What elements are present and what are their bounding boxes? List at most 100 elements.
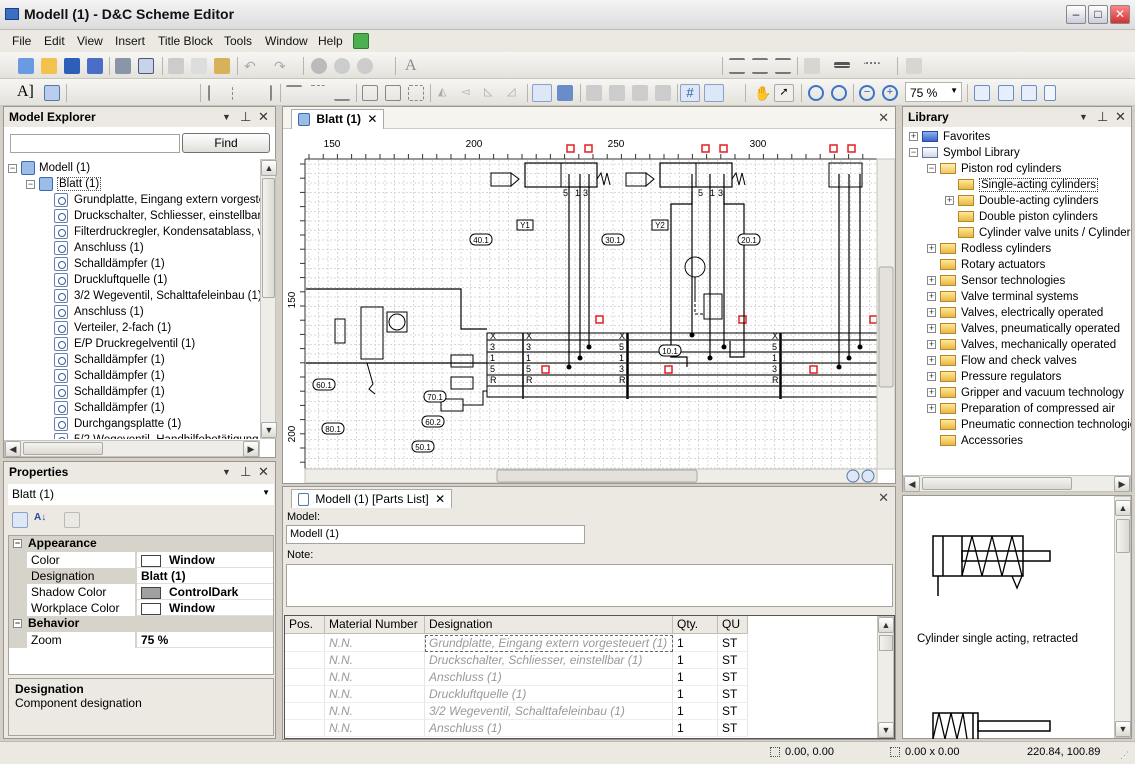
library-item[interactable]: + Rodless cylinders <box>927 243 1051 255</box>
vertical-scrollbar[interactable]: ▲ ▼ <box>260 159 277 439</box>
expand-icon[interactable]: + <box>927 244 936 254</box>
menu-file[interactable]: File <box>12 34 31 48</box>
library-item[interactable]: + Valves, mechanically operated <box>927 339 1116 351</box>
zoom-window-icon[interactable] <box>808 85 824 101</box>
new-icon[interactable] <box>18 58 34 74</box>
distribute-vertical-icon[interactable] <box>385 85 401 101</box>
tree-node-component[interactable]: 5/2 Wegeventil, Handhilfebetätigung <box>54 433 259 439</box>
panel-menu-icon[interactable]: ▼ <box>1079 112 1088 122</box>
tree-node-component[interactable]: Durchgangsplatte (1) <box>54 417 181 431</box>
close-parts-list-icon[interactable]: ✕ <box>878 490 889 506</box>
paste-icon[interactable] <box>214 58 230 74</box>
close-icon[interactable]: ✕ <box>258 109 269 125</box>
flip-vertical-icon[interactable]: ◅ <box>461 85 477 101</box>
grid-icon[interactable]: # <box>680 84 700 102</box>
save-icon[interactable] <box>64 58 80 74</box>
undo-icon[interactable]: ↶ <box>244 58 260 74</box>
page-fit-icon[interactable] <box>974 85 990 101</box>
library-item[interactable]: Accessories <box>927 435 1023 447</box>
align-bottom-icon[interactable] <box>334 85 350 101</box>
pan-icon[interactable]: ✋ <box>754 85 771 101</box>
panel-menu-icon[interactable]: ▼ <box>222 112 231 122</box>
expand-icon[interactable]: + <box>927 372 936 382</box>
property-row[interactable]: Workplace Color Window <box>9 600 273 616</box>
copy-icon[interactable] <box>191 58 207 74</box>
zoom-in-icon[interactable] <box>846 469 860 483</box>
search-input[interactable] <box>10 134 180 153</box>
close-editor-icon[interactable]: ✕ <box>878 110 889 126</box>
rotate-right-icon[interactable]: ◿ <box>507 85 523 101</box>
library-item[interactable]: + Favorites <box>909 131 990 143</box>
tree-node-component[interactable]: Verteiler, 2-fach (1) <box>54 321 171 335</box>
line-width-icon[interactable] <box>834 62 850 68</box>
expand-icon[interactable]: + <box>927 276 936 286</box>
collapse-icon[interactable]: − <box>909 148 918 158</box>
page-icon[interactable] <box>1044 85 1056 101</box>
horizontal-scrollbar[interactable]: ◀ ▶ <box>903 475 1131 492</box>
pin-icon[interactable]: ⊥ <box>240 109 251 125</box>
cylinder-symbol-preview-2[interactable] <box>923 709 1063 739</box>
categorized-icon[interactable] <box>12 512 28 528</box>
tree-node-component[interactable]: Druckschalter, Schliesser, einstellbar (… <box>54 209 260 223</box>
scroll-thumb[interactable] <box>878 266 894 388</box>
zoom-out-icon[interactable]: − <box>859 85 875 101</box>
distribute-horizontal-icon[interactable] <box>362 85 378 101</box>
bring-to-front-icon[interactable] <box>586 85 602 101</box>
same-size-icon[interactable] <box>408 85 424 101</box>
collapse-icon[interactable]: − <box>927 164 936 174</box>
library-item[interactable]: Pneumatic connection technologies <box>927 419 1131 431</box>
close-button[interactable]: ✕ <box>1110 5 1130 24</box>
tree-node-component[interactable]: Anschluss (1) <box>54 305 144 319</box>
find-button[interactable]: Find <box>182 133 270 153</box>
library-item[interactable]: Rotary actuators <box>927 259 1045 271</box>
property-pages-icon[interactable] <box>64 512 80 528</box>
tree-node-component[interactable]: Schalldämpfer (1) <box>54 401 165 415</box>
align-left-icon[interactable] <box>729 58 745 74</box>
update-icon[interactable] <box>353 33 369 49</box>
tree-node-sheet[interactable]: − Blatt (1) <box>26 177 102 192</box>
vertical-scrollbar[interactable]: ▲ ▼ <box>877 616 894 738</box>
menu-window[interactable]: Window <box>265 34 308 48</box>
select-pointer-icon[interactable]: ➚ <box>774 84 794 102</box>
flip-horizontal-icon[interactable]: ◭ <box>438 85 454 101</box>
tree-node-component[interactable]: Schalldämpfer (1) <box>54 257 165 271</box>
property-row[interactable]: Designation Blatt (1) <box>9 568 273 584</box>
schematic-canvas[interactable]: 150 200 250 3001502005 1 3Y15 1 3Y2X X X X3 3 5 51 1 1 1… <box>283 129 895 483</box>
property-row[interactable]: Shadow Color ControlDark <box>9 584 273 600</box>
tree-node-component[interactable]: Druckluftquelle (1) <box>54 273 167 287</box>
library-item[interactable]: Single-acting cylinders <box>945 178 1099 192</box>
align-objects-right-icon[interactable] <box>256 85 272 101</box>
library-item[interactable]: + Valves, pneumatically operated <box>927 323 1120 335</box>
tab-close-icon[interactable]: ✕ <box>367 112 377 126</box>
note-field[interactable] <box>286 564 893 607</box>
save-all-icon[interactable] <box>87 58 103 74</box>
library-item[interactable]: + Preparation of compressed air <box>927 403 1115 415</box>
expand-icon[interactable]: + <box>927 356 936 366</box>
expand-icon[interactable]: + <box>909 132 918 142</box>
ruler-icon[interactable] <box>704 84 724 102</box>
fill-color-icon[interactable] <box>906 58 922 74</box>
object-select[interactable]: Blatt (1) ▼ <box>8 484 274 505</box>
close-icon[interactable]: ✕ <box>1115 109 1126 125</box>
tree-node-model[interactable]: − Modell (1) <box>8 161 90 175</box>
align-objects-center-icon[interactable] <box>232 85 248 101</box>
sort-alphabetical-icon[interactable]: A↓ <box>34 512 50 528</box>
bring-forward-icon[interactable] <box>632 85 648 101</box>
send-backward-icon[interactable] <box>655 85 671 101</box>
vertical-scrollbar[interactable]: ▲ ▼ <box>1114 496 1131 738</box>
line-style-icon[interactable] <box>864 62 880 68</box>
library-item[interactable]: + Pressure regulators <box>927 371 1061 383</box>
property-category[interactable]: − Behavior <box>9 616 273 632</box>
menu-insert[interactable]: Insert <box>115 34 145 48</box>
close-icon[interactable]: ✕ <box>258 464 269 480</box>
tab-blatt[interactable]: Blatt (1) ✕ <box>291 109 385 129</box>
library-item[interactable]: Double piston cylinders <box>945 211 1098 223</box>
property-row[interactable]: Zoom 75 % <box>9 632 273 648</box>
collapse-icon[interactable]: − <box>13 619 22 629</box>
pin-icon[interactable]: ⊥ <box>240 464 251 480</box>
library-item[interactable]: − Symbol Library <box>909 147 1020 159</box>
property-category[interactable]: − Appearance <box>9 536 273 552</box>
menu-edit[interactable]: Edit <box>44 34 65 48</box>
align-objects-left-icon[interactable] <box>208 85 224 101</box>
minimize-button[interactable]: – <box>1066 5 1086 24</box>
